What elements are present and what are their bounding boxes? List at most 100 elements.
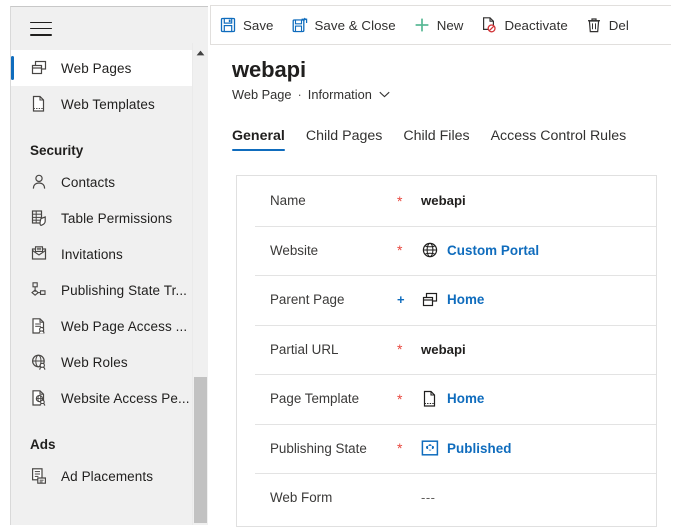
field-value[interactable]: webapi: [421, 342, 466, 357]
nav-group-security: Security: [30, 143, 84, 158]
sidebar-item-label: Web Page Access ...: [61, 318, 188, 334]
invitation-envelope-icon: [30, 245, 51, 263]
save-and-close-icon: [292, 17, 308, 33]
save-floppy-icon: [220, 17, 236, 33]
plus-icon: [414, 17, 430, 33]
required-marker: *: [397, 440, 403, 457]
field-label: Name: [270, 193, 306, 209]
sidebar-item-web-templates[interactable]: Web Templates: [11, 86, 194, 122]
field-value[interactable]: Custom Portal: [421, 241, 539, 259]
field-value[interactable]: Home: [421, 291, 484, 309]
delete-trash-icon: [586, 17, 602, 33]
del-button[interactable]: Del: [577, 6, 638, 44]
required-marker: *: [397, 242, 403, 259]
sidebar-item-label: Table Permissions: [61, 210, 173, 226]
sidebar-item-web-pages[interactable]: Web Pages: [11, 50, 194, 86]
sidebar-item-label: Web Pages: [61, 60, 132, 76]
field-label: Website: [270, 242, 319, 258]
sitemap-sidebar: Web Pages Web Templates Security Contacts Ta…: [10, 6, 208, 525]
nav-group-spacer: [11, 416, 208, 424]
sitemap-header: [11, 7, 208, 50]
form-row: Parent Page + Home: [237, 275, 656, 325]
form-row: Partial URL * webapi: [237, 324, 656, 375]
sidebar-item-contacts[interactable]: Contacts: [11, 164, 194, 200]
command-label: New: [436, 17, 464, 33]
field-value-link[interactable]: Published: [447, 441, 511, 456]
publishing-state-icon: [421, 439, 439, 457]
field-value-text: ---: [421, 490, 436, 506]
field-label: Publishing State: [270, 440, 367, 456]
globe-icon: [421, 241, 439, 259]
table-permissions-icon: [30, 209, 51, 227]
field-value-link[interactable]: Home: [447, 391, 484, 406]
record-header: webapi Web Page · Information: [210, 56, 677, 102]
command-label: Save: [243, 17, 274, 33]
field-label: Partial URL: [270, 341, 339, 357]
field-value-text: webapi: [421, 193, 466, 209]
website-access-icon: [30, 389, 51, 407]
sidebar-item-label: Web Templates: [61, 96, 155, 112]
command-bar: Save Save & Close New Deactivate Del: [210, 5, 671, 45]
hamburger-icon[interactable]: [30, 21, 52, 36]
app-root: Web Pages Web Templates Security Contacts Ta…: [0, 0, 677, 531]
field-value[interactable]: webapi: [421, 193, 466, 208]
nav-group-ads: Ads: [30, 437, 56, 452]
sitemap-nav-list: Web Pages Web Templates Security Contacts Ta…: [11, 50, 208, 494]
ad-placements-icon: [30, 467, 51, 485]
sidebar-item-publishing-state-tr[interactable]: Publishing State Tr...: [11, 272, 194, 308]
required-marker: *: [397, 192, 403, 209]
sidebar-item-label: Website Access Pe...: [61, 390, 190, 406]
form-row: Name * webapi: [237, 176, 656, 226]
tab-child-files[interactable]: Child Files: [403, 128, 469, 151]
new-button[interactable]: New: [405, 6, 473, 44]
field-value[interactable]: ---: [421, 490, 436, 505]
sidebar-item-label: Contacts: [61, 174, 116, 190]
nav-group-spacer: [11, 122, 208, 130]
field-value[interactable]: Published: [421, 439, 511, 457]
field-value-link[interactable]: Home: [447, 292, 484, 307]
sidebar-item-invitations[interactable]: Invitations: [11, 236, 194, 272]
sidebar-item-website-access-pe[interactable]: Website Access Pe...: [11, 380, 194, 416]
command-label: Del: [608, 17, 629, 33]
field-value-link[interactable]: Custom Portal: [447, 243, 539, 258]
required-marker: *: [397, 390, 403, 407]
web-pages-icon: [30, 59, 51, 77]
command-label: Deactivate: [504, 17, 568, 33]
sidebar-scrollbar-thumb[interactable]: [194, 377, 207, 523]
field-value-text: webapi: [421, 341, 466, 357]
deactivate-icon: [481, 17, 497, 33]
sidebar-item-web-roles[interactable]: Web Roles: [11, 344, 194, 380]
web-pages-icon: [421, 291, 439, 309]
web-page-access-icon: [30, 317, 51, 335]
deactivate-button[interactable]: Deactivate: [472, 6, 576, 44]
main-content: Save Save & Close New Deactivate Del webapi …: [210, 0, 677, 531]
field-label: Web Form: [270, 490, 333, 506]
sidebar-item-label: Invitations: [61, 246, 123, 262]
page-template-icon: [421, 390, 439, 408]
tab-child-pages[interactable]: Child Pages: [306, 128, 383, 151]
sidebar-item-web-page-access[interactable]: Web Page Access ...: [11, 308, 194, 344]
command-label: Save & Close: [314, 17, 396, 33]
sidebar-item-label: Web Roles: [61, 354, 128, 370]
field-label: Parent Page: [270, 292, 345, 308]
tab-general[interactable]: General: [232, 128, 285, 151]
sidebar-item-label: Publishing State Tr...: [61, 282, 188, 298]
entity-name: Web Page: [232, 87, 292, 102]
save-button[interactable]: Save: [211, 6, 283, 44]
web-template-icon: [30, 95, 51, 113]
sidebar-item-table-permissions[interactable]: Table Permissions: [11, 200, 194, 236]
sidebar-item-ad-placements[interactable]: Ad Placements: [11, 458, 194, 494]
form-row: Website * Custom Portal: [237, 225, 656, 276]
page-title: webapi: [232, 57, 306, 82]
publishing-state-transition-icon: [30, 281, 51, 299]
chevron-up-icon[interactable]: [193, 46, 208, 60]
form-selector[interactable]: Information: [308, 87, 390, 102]
field-value[interactable]: Home: [421, 390, 484, 408]
tab-access-control-rules[interactable]: Access Control Rules: [491, 128, 627, 151]
form-tab-list: General Child Pages Child Files Access Cont…: [210, 128, 677, 160]
save-close-button[interactable]: Save & Close: [283, 6, 405, 44]
field-label: Page Template: [270, 391, 360, 407]
form-row: Page Template * Home: [237, 374, 656, 424]
sidebar-scrollbar[interactable]: [192, 43, 208, 525]
subheader-separator: ·: [297, 87, 302, 102]
